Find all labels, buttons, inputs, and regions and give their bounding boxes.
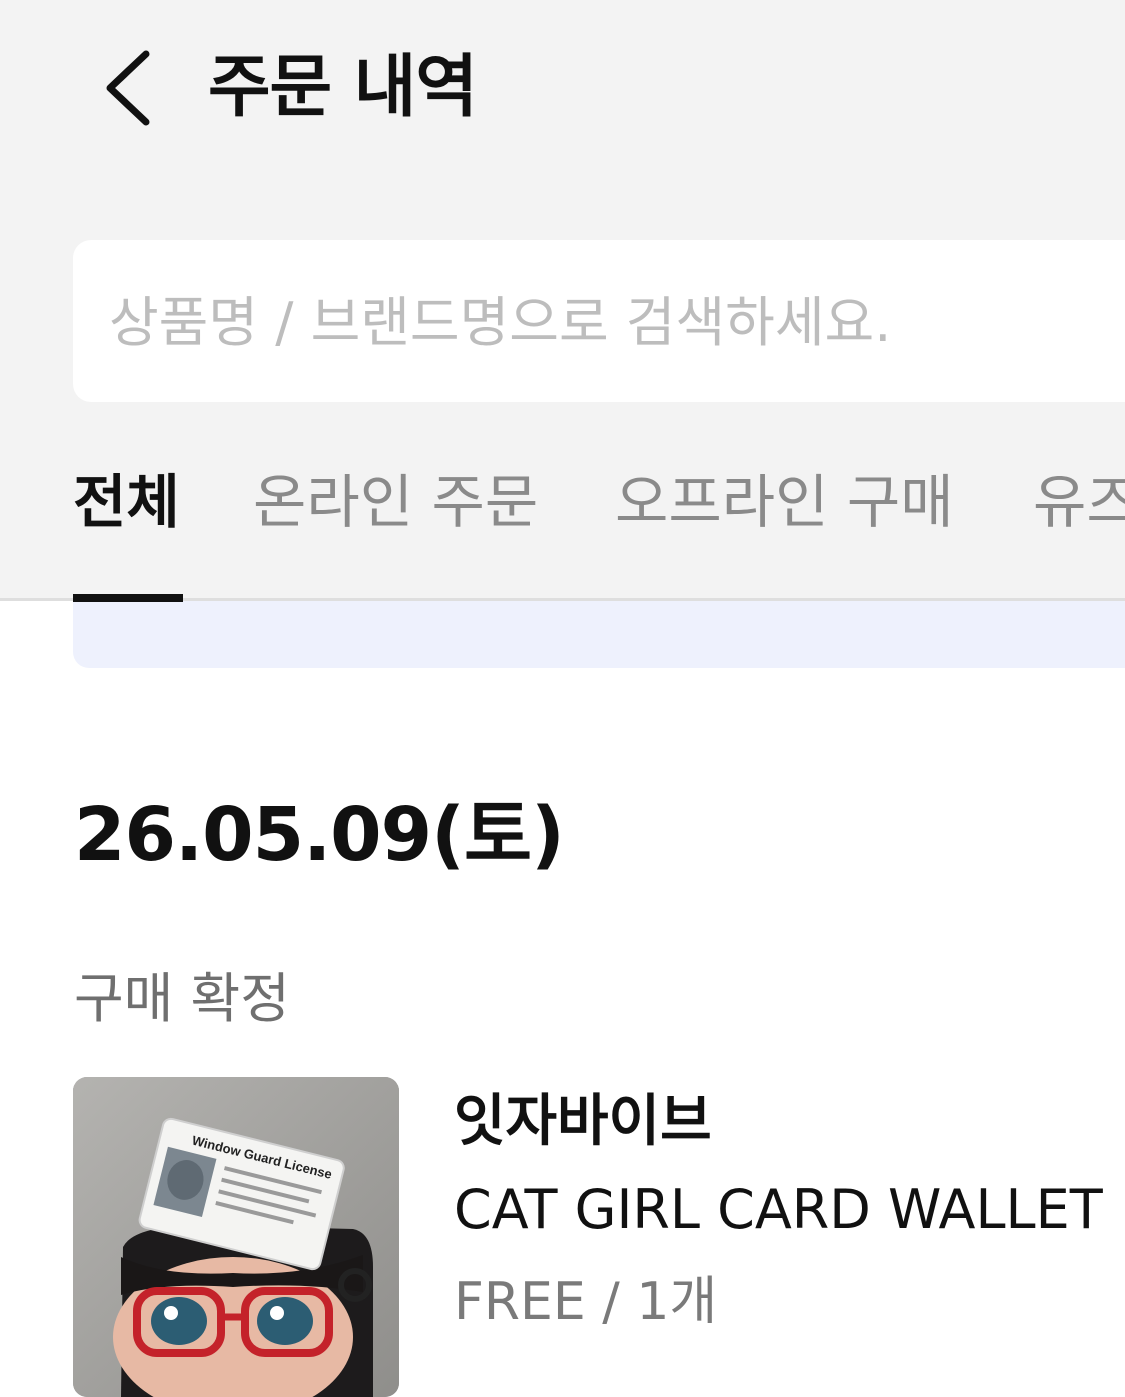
search-input[interactable] <box>109 286 1109 358</box>
tab-used[interactable]: 유즈 <box>1033 462 1125 542</box>
header-area: 주문 내역 전체 온라인 주문 오프라인 구매 유즈 <box>0 0 1125 600</box>
tab-offline-purchase[interactable]: 오프라인 구매 <box>615 462 954 542</box>
product-image: Window Guard License <box>73 1077 399 1397</box>
order-status: 구매 확정 <box>74 967 290 1030</box>
product-option: FREE / 1개 <box>454 1272 718 1332</box>
product-name[interactable]: CAT GIRL CARD WALLET <box>454 1175 1103 1245</box>
tab-online-order[interactable]: 온라인 주문 <box>253 462 538 542</box>
order-date: 26.05.09(토) <box>74 792 565 878</box>
back-button[interactable] <box>96 44 168 132</box>
product-card[interactable]: Window Guard License 잇자바이브 CAT GIRL CARD… <box>73 1077 1125 1397</box>
search-box[interactable] <box>73 240 1125 402</box>
chevron-left-icon <box>106 50 150 126</box>
active-tab-indicator <box>73 594 183 602</box>
tab-all[interactable]: 전체 <box>73 462 180 542</box>
product-thumbnail[interactable]: Window Guard License <box>73 1077 399 1397</box>
product-brand[interactable]: 잇자바이브 <box>454 1087 712 1157</box>
page-title: 주문 내역 <box>208 48 478 127</box>
